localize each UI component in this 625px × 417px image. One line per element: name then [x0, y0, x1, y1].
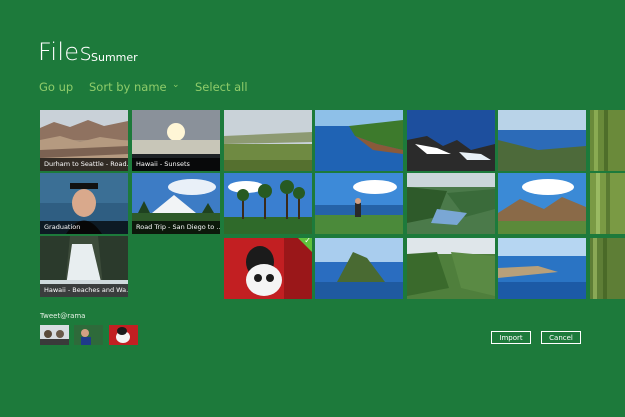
folder-tile-hawaii-sunsets[interactable]: Hawaii - Sunsets [132, 110, 220, 171]
photo-tile[interactable] [498, 238, 586, 299]
tile-caption: Hawaii - Beaches and Wa... [40, 284, 128, 297]
photo-tile-partial[interactable] [590, 110, 625, 171]
rocky-shore-thumbnail [407, 110, 495, 171]
beach-point-thumbnail [498, 238, 586, 299]
folder-tile-road-trip-san-diego[interactable]: Road Trip - San Diego to ... [132, 173, 220, 234]
sea-stack-thumbnail [315, 238, 403, 299]
valley-thumbnail [407, 238, 495, 299]
import-button[interactable]: Import [491, 331, 531, 344]
go-up-button[interactable]: Go up [39, 80, 73, 94]
photo-tile[interactable] [315, 173, 403, 234]
bamboo-thumbnail [590, 110, 625, 171]
tile-caption: Hawaii - Sunsets [132, 158, 220, 171]
tile-caption: Graduation [40, 221, 128, 234]
select-all-button[interactable]: Select all [195, 80, 248, 94]
bamboo-thumbnail [590, 238, 625, 299]
photo-tile-partial[interactable] [590, 238, 625, 299]
selected-thumbnail[interactable] [40, 325, 69, 345]
checkmark-icon: ✓ [304, 238, 311, 245]
sort-by-name-button[interactable]: Sort by name [89, 80, 167, 94]
selected-thumbnail[interactable] [109, 325, 138, 345]
coastline-thumbnail [315, 110, 403, 171]
photo-tile[interactable] [224, 173, 312, 234]
photo-tile[interactable] [407, 238, 495, 299]
photo-tile-partial[interactable] [590, 173, 625, 234]
folder-tile-graduation[interactable]: Graduation [40, 173, 128, 234]
panda-costume-small-thumbnail [109, 325, 138, 345]
tile-caption: Durham to Seattle - Road... [40, 158, 128, 171]
mountains-clouds-thumbnail [498, 173, 586, 234]
person-by-sea-thumbnail [315, 173, 403, 234]
bamboo-thumbnail [590, 173, 625, 234]
photo-tile-selected[interactable]: ✓ [224, 238, 312, 299]
group-thumbnail [40, 325, 69, 345]
app-name-label: Tweet@rama [40, 312, 86, 320]
photo-tile[interactable] [224, 110, 312, 171]
photo-tile[interactable] [498, 110, 586, 171]
cancel-button[interactable]: Cancel [541, 331, 581, 344]
tile-caption: Road Trip - San Diego to ... [132, 221, 220, 234]
selected-thumbnail[interactable] [74, 325, 103, 345]
photo-tile[interactable] [498, 173, 586, 234]
chevron-down-icon[interactable]: ⌄ [172, 80, 180, 90]
folder-tile-hawaii-beaches[interactable]: Hawaii - Beaches and Wa... [40, 236, 128, 297]
photo-tile[interactable] [315, 238, 403, 299]
outdoor-thumbnail [74, 325, 103, 345]
location-subtitle: Summer [91, 51, 138, 64]
photo-tile[interactable] [407, 173, 495, 234]
palm-trees-thumbnail [224, 173, 312, 234]
photo-tile[interactable] [407, 110, 495, 171]
page-title: Files [38, 38, 93, 66]
cliff-bay-thumbnail [407, 173, 495, 234]
coast-cliff-thumbnail [498, 110, 586, 171]
field-thumbnail [224, 110, 312, 171]
folder-tile-durham-to-seattle[interactable]: Durham to Seattle - Road... [40, 110, 128, 171]
photo-tile[interactable] [315, 110, 403, 171]
